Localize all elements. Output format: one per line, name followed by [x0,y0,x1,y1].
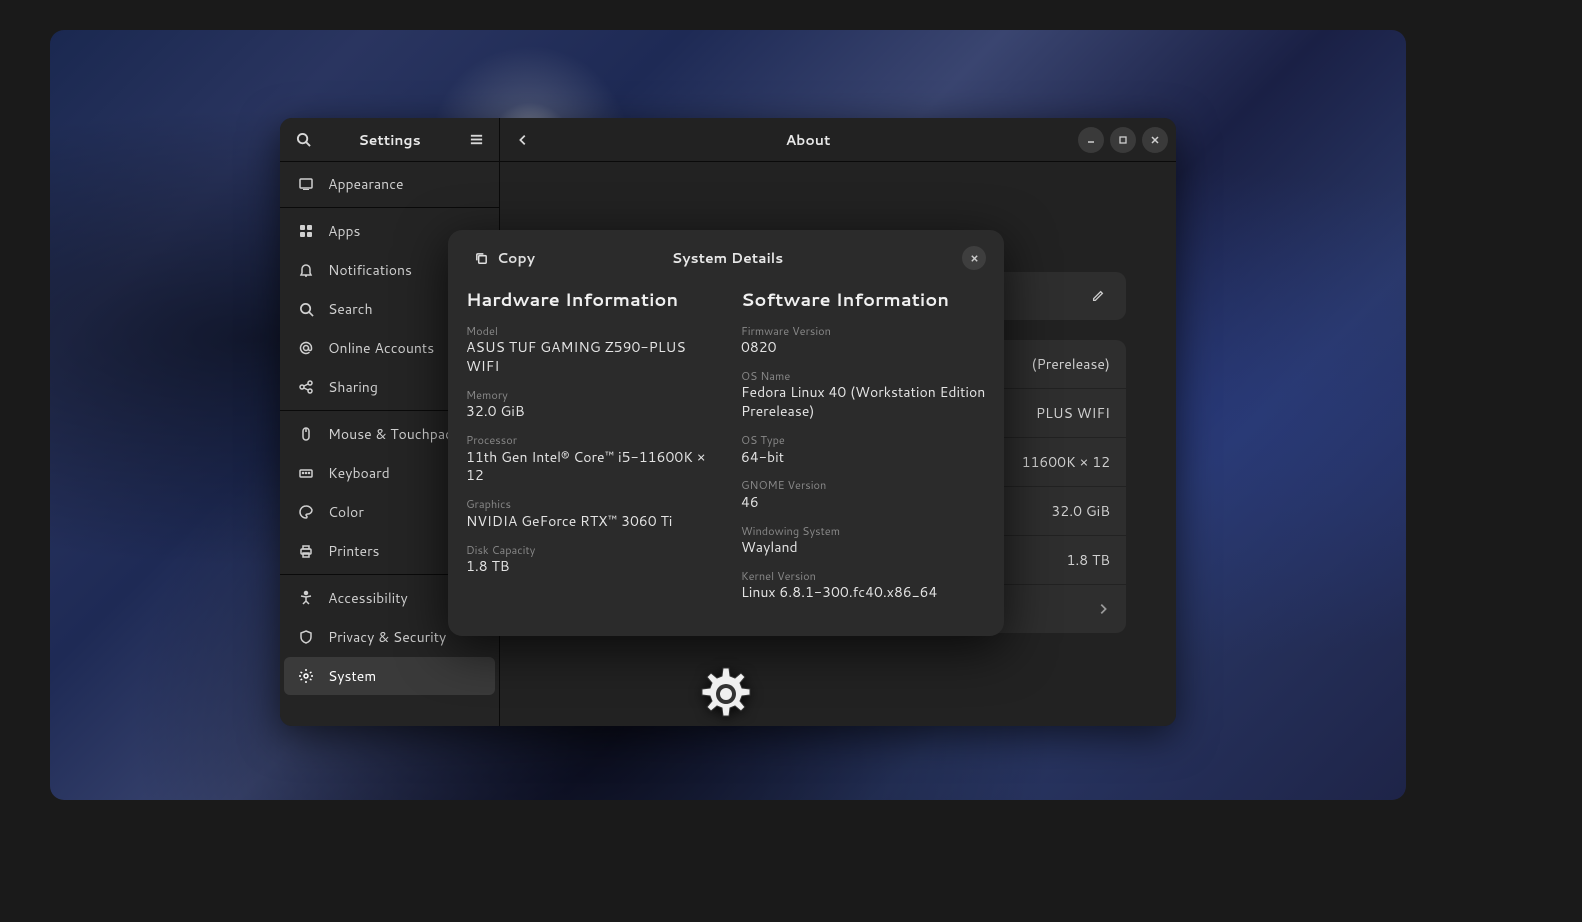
detail-windowing: Windowing System Wayland [741,524,986,557]
detail-kernel: Kernel Version Linux 6.8.1-300.fc40.x86_… [741,569,986,602]
sidebar-item-label: Color [328,502,364,522]
at-icon [298,340,314,356]
info-value: 11600K × 12 [1022,452,1110,472]
detail-firmware: Firmware Version 0820 [741,324,986,357]
chevron-right-icon [1096,602,1110,616]
mouse-icon [298,426,314,442]
apps-icon [298,223,314,239]
bell-icon [298,262,314,278]
minimize-button[interactable] [1078,127,1104,153]
hamburger-icon [469,132,484,147]
info-value: 32.0 GiB [1051,501,1110,521]
sidebar-item-appearance[interactable]: Appearance [284,165,495,203]
dialog-header: Copy System Details [466,244,986,272]
info-value: PLUS WIFI [1036,403,1110,423]
detail-os-type: OS Type 64-bit [741,433,986,466]
close-icon [1150,135,1160,145]
dock-settings-icon[interactable] [698,666,754,722]
sidebar-header: Settings [280,118,499,162]
sidebar-item-label: Online Accounts [328,338,434,358]
appearance-icon [298,176,314,192]
search-icon [296,132,311,147]
info-value: 1.8 TB [1066,550,1110,570]
main-header: About [500,118,1176,162]
sidebar-item-label: Apps [328,221,361,241]
sidebar-item-label: Privacy & Security [328,627,446,647]
shield-icon [298,629,314,645]
system-details-dialog: Copy System Details Hardware Information… [448,230,1004,636]
sidebar-item-label: Accessibility [328,588,408,608]
sidebar-item-system[interactable]: System [284,657,495,695]
sidebar-item-label: Sharing [328,377,378,397]
desktop-wallpaper: Settings Appearance Apps [50,30,1406,800]
accessibility-icon [298,590,314,606]
detail-processor: Processor 11th Gen Intel® Core™ i5-11600… [466,433,711,485]
detail-os-name: OS Name Fedora Linux 40 (Workstation Edi… [741,369,986,421]
dialog-close-button[interactable] [962,246,986,270]
close-icon [970,254,979,263]
maximize-icon [1118,135,1128,145]
hardware-column: Hardware Information Model ASUS TUF GAMI… [466,286,711,614]
search-icon [298,301,314,317]
sidebar-item-label: Notifications [328,260,412,280]
window-controls [1078,127,1168,153]
share-icon [298,379,314,395]
edit-hostname-button[interactable] [1084,282,1112,310]
gear-icon [298,668,314,684]
software-heading: Software Information [741,286,986,312]
maximize-button[interactable] [1110,127,1136,153]
info-value: (Prerelease) [1032,354,1111,374]
search-button[interactable] [288,125,318,155]
detail-graphics: Graphics NVIDIA GeForce RTX™ 3060 Ti [466,497,711,530]
sidebar-title: Settings [324,130,455,150]
minimize-icon [1086,135,1096,145]
close-button[interactable] [1142,127,1168,153]
copy-icon [474,251,489,266]
sidebar-item-label: Appearance [328,174,404,194]
chevron-left-icon [516,133,530,147]
printer-icon [298,543,314,559]
dialog-columns: Hardware Information Model ASUS TUF GAMI… [466,286,986,614]
detail-memory: Memory 32.0 GiB [466,388,711,421]
menu-button[interactable] [461,125,491,155]
sidebar-item-label: Keyboard [328,463,390,483]
sidebar-item-label: Printers [328,541,380,561]
software-column: Software Information Firmware Version 08… [741,286,986,614]
detail-model: Model ASUS TUF GAMING Z590-PLUS WIFI [466,324,711,376]
detail-gnome: GNOME Version 46 [741,478,986,511]
main-title: About [538,130,1078,150]
pencil-icon [1091,289,1105,303]
sidebar-item-label: Search [328,299,373,319]
keyboard-icon [298,465,314,481]
hardware-heading: Hardware Information [466,286,711,312]
detail-disk: Disk Capacity 1.8 TB [466,543,711,576]
sidebar-item-label: Mouse & Touchpad [328,424,453,444]
gear-icon [698,666,754,722]
dialog-title: System Details [493,248,962,268]
sidebar-item-label: System [328,666,376,686]
palette-icon [298,504,314,520]
back-button[interactable] [508,125,538,155]
